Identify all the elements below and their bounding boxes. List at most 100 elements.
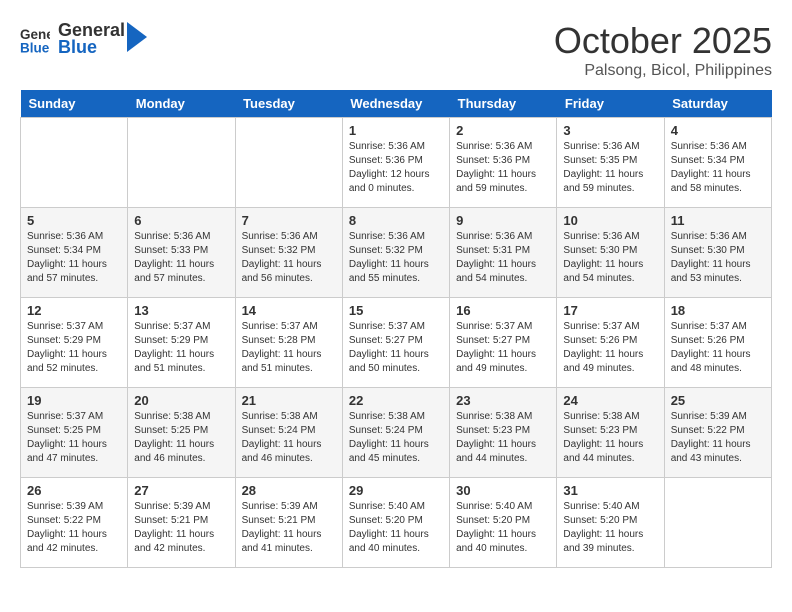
calendar-cell: 2Sunrise: 5:36 AMSunset: 5:36 PMDaylight… <box>450 118 557 208</box>
location-subtitle: Palsong, Bicol, Philippines <box>554 62 772 80</box>
calendar-cell <box>235 118 342 208</box>
cell-details: Sunrise: 5:37 AMSunset: 5:26 PMDaylight:… <box>563 320 657 376</box>
cell-details: Sunrise: 5:36 AMSunset: 5:30 PMDaylight:… <box>671 230 765 286</box>
day-number: 14 <box>242 303 336 318</box>
day-number: 15 <box>349 303 443 318</box>
cell-details: Sunrise: 5:40 AMSunset: 5:20 PMDaylight:… <box>456 500 550 556</box>
calendar-cell <box>128 118 235 208</box>
calendar-cell: 3 Sunrise: 5:36 AMSunset: 5:35 PMDaylight… <box>557 118 664 208</box>
calendar-cell: 22 Sunrise: 5:38 AMSunset: 5:24 PMDayligh… <box>342 388 449 478</box>
day-number: 20 <box>134 393 228 408</box>
weekday-header-monday: Monday <box>128 90 235 118</box>
day-number: 26 <box>27 483 121 498</box>
day-number: 17 <box>563 303 657 318</box>
weekday-header-tuesday: Tuesday <box>235 90 342 118</box>
calendar-week-5: 26Sunrise: 5:39 AMSunset: 5:22 PMDayligh… <box>21 478 772 568</box>
day-number: 13 <box>134 303 228 318</box>
cell-details: Sunrise: 5:36 AMSunset: 5:36 PMDaylight:… <box>456 140 550 196</box>
calendar-cell: 8Sunrise: 5:36 AMSunset: 5:32 PMDaylight… <box>342 208 449 298</box>
title-block: October 2025 Palsong, Bicol, Philippines <box>554 20 772 80</box>
cell-details: Sunrise: 5:38 AMSunset: 5:24 PMDaylight:… <box>242 410 336 466</box>
cell-details: Sunrise: 5:39 AMSunset: 5:21 PMDaylight:… <box>242 500 336 556</box>
cell-details: Sunrise: 5:40 AMSunset: 5:20 PMDaylight:… <box>349 500 443 556</box>
calendar-cell: 16 Sunrise: 5:37 AMSunset: 5:27 PMDayligh… <box>450 298 557 388</box>
calendar-cell: 18Sunrise: 5:37 AMSunset: 5:26 PMDayligh… <box>664 298 771 388</box>
weekday-header-friday: Friday <box>557 90 664 118</box>
day-number: 22 <box>349 393 443 408</box>
cell-details: Sunrise: 5:38 AMSunset: 5:23 PMDaylight:… <box>563 410 657 466</box>
cell-details: Sunrise: 5:36 AMSunset: 5:34 PMDaylight:… <box>27 230 121 286</box>
cell-details: Sunrise: 5:37 AMSunset: 5:25 PMDaylight:… <box>27 410 121 466</box>
day-number: 8 <box>349 213 443 228</box>
calendar-cell: 20Sunrise: 5:38 AMSunset: 5:25 PMDayligh… <box>128 388 235 478</box>
calendar-week-1: 1 Sunrise: 5:36 AMSunset: 5:36 PMDaylight… <box>21 118 772 208</box>
day-number: 25 <box>671 393 765 408</box>
cell-details: Sunrise: 5:36 AMSunset: 5:34 PMDaylight:… <box>671 140 765 196</box>
logo: General Blue General Blue <box>20 20 147 58</box>
calendar-cell <box>21 118 128 208</box>
calendar-cell: 29 Sunrise: 5:40 AMSunset: 5:20 PMDayligh… <box>342 478 449 568</box>
calendar-cell: 30 Sunrise: 5:40 AMSunset: 5:20 PMDayligh… <box>450 478 557 568</box>
calendar-cell: 31 Sunrise: 5:40 AMSunset: 5:20 PMDayligh… <box>557 478 664 568</box>
calendar-cell: 9 Sunrise: 5:36 AMSunset: 5:31 PMDaylight… <box>450 208 557 298</box>
day-number: 24 <box>563 393 657 408</box>
calendar-cell: 17 Sunrise: 5:37 AMSunset: 5:26 PMDayligh… <box>557 298 664 388</box>
cell-details: Sunrise: 5:36 AMSunset: 5:32 PMDaylight:… <box>242 230 336 286</box>
day-number: 31 <box>563 483 657 498</box>
calendar-cell: 14 Sunrise: 5:37 AMSunset: 5:28 PMDayligh… <box>235 298 342 388</box>
cell-details: Sunrise: 5:37 AMSunset: 5:29 PMDaylight:… <box>134 320 228 376</box>
day-number: 9 <box>456 213 550 228</box>
day-number: 30 <box>456 483 550 498</box>
calendar-week-4: 19 Sunrise: 5:37 AMSunset: 5:25 PMDayligh… <box>21 388 772 478</box>
page-header: General Blue General Blue October 2025 P… <box>20 20 772 80</box>
cell-details: Sunrise: 5:36 AMSunset: 5:31 PMDaylight:… <box>456 230 550 286</box>
day-number: 7 <box>242 213 336 228</box>
day-number: 16 <box>456 303 550 318</box>
cell-details: Sunrise: 5:36 AMSunset: 5:35 PMDaylight:… <box>563 140 657 196</box>
calendar-cell: 7 Sunrise: 5:36 AMSunset: 5:32 PMDaylight… <box>235 208 342 298</box>
weekday-header-sunday: Sunday <box>21 90 128 118</box>
cell-details: Sunrise: 5:38 AMSunset: 5:23 PMDaylight:… <box>456 410 550 466</box>
day-number: 3 <box>563 123 657 138</box>
cell-details: Sunrise: 5:38 AMSunset: 5:24 PMDaylight:… <box>349 410 443 466</box>
cell-details: Sunrise: 5:36 AMSunset: 5:36 PMDaylight:… <box>349 140 443 196</box>
calendar-cell: 5 Sunrise: 5:36 AMSunset: 5:34 PMDaylight… <box>21 208 128 298</box>
day-number: 28 <box>242 483 336 498</box>
logo-arrow-icon <box>127 22 147 52</box>
weekday-header-row: SundayMondayTuesdayWednesdayThursdayFrid… <box>21 90 772 118</box>
day-number: 12 <box>27 303 121 318</box>
day-number: 6 <box>134 213 228 228</box>
day-number: 21 <box>242 393 336 408</box>
day-number: 27 <box>134 483 228 498</box>
logo-icon: General Blue <box>20 24 50 54</box>
calendar-cell: 24 Sunrise: 5:38 AMSunset: 5:23 PMDayligh… <box>557 388 664 478</box>
cell-details: Sunrise: 5:37 AMSunset: 5:27 PMDaylight:… <box>349 320 443 376</box>
month-title: October 2025 <box>554 20 772 62</box>
cell-details: Sunrise: 5:36 AMSunset: 5:33 PMDaylight:… <box>134 230 228 286</box>
calendar-cell: 11 Sunrise: 5:36 AMSunset: 5:30 PMDayligh… <box>664 208 771 298</box>
day-number: 23 <box>456 393 550 408</box>
day-number: 10 <box>563 213 657 228</box>
calendar-cell: 27 Sunrise: 5:39 AMSunset: 5:21 PMDayligh… <box>128 478 235 568</box>
day-number: 5 <box>27 213 121 228</box>
cell-details: Sunrise: 5:37 AMSunset: 5:26 PMDaylight:… <box>671 320 765 376</box>
calendar-cell: 19 Sunrise: 5:37 AMSunset: 5:25 PMDayligh… <box>21 388 128 478</box>
calendar-cell: 4Sunrise: 5:36 AMSunset: 5:34 PMDaylight… <box>664 118 771 208</box>
calendar-cell: 25Sunrise: 5:39 AMSunset: 5:22 PMDayligh… <box>664 388 771 478</box>
calendar-cell: 21 Sunrise: 5:38 AMSunset: 5:24 PMDayligh… <box>235 388 342 478</box>
calendar-week-2: 5 Sunrise: 5:36 AMSunset: 5:34 PMDaylight… <box>21 208 772 298</box>
calendar-cell: 6 Sunrise: 5:36 AMSunset: 5:33 PMDaylight… <box>128 208 235 298</box>
weekday-header-thursday: Thursday <box>450 90 557 118</box>
day-number: 11 <box>671 213 765 228</box>
day-number: 19 <box>27 393 121 408</box>
calendar-cell: 1 Sunrise: 5:36 AMSunset: 5:36 PMDaylight… <box>342 118 449 208</box>
calendar-cell <box>664 478 771 568</box>
day-number: 29 <box>349 483 443 498</box>
day-number: 1 <box>349 123 443 138</box>
cell-details: Sunrise: 5:39 AMSunset: 5:21 PMDaylight:… <box>134 500 228 556</box>
cell-details: Sunrise: 5:40 AMSunset: 5:20 PMDaylight:… <box>563 500 657 556</box>
cell-details: Sunrise: 5:36 AMSunset: 5:30 PMDaylight:… <box>563 230 657 286</box>
cell-details: Sunrise: 5:37 AMSunset: 5:29 PMDaylight:… <box>27 320 121 376</box>
cell-details: Sunrise: 5:37 AMSunset: 5:27 PMDaylight:… <box>456 320 550 376</box>
cell-details: Sunrise: 5:37 AMSunset: 5:28 PMDaylight:… <box>242 320 336 376</box>
